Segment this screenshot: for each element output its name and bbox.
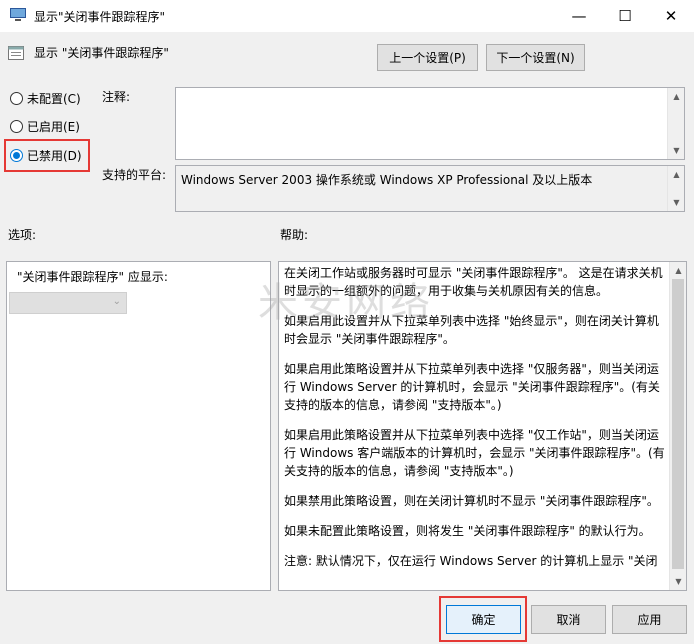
platform-value: Windows Server 2003 操作系统或 Windows XP Pro… <box>181 173 593 187</box>
radio-label: 已启用(E) <box>27 119 80 134</box>
display-dropdown[interactable]: ⌄ <box>9 292 127 314</box>
help-paragraph: 注意: 默认情况下，仅在运行 Windows Server 的计算机上显示 "关… <box>284 554 658 568</box>
apply-button[interactable]: 应用 <box>612 605 687 634</box>
scroll-up-icon[interactable]: ▲ <box>668 88 685 105</box>
chevron-down-icon: ⌄ <box>112 296 121 307</box>
help-paragraph: 如果启用此策略设置并从下拉菜单列表中选择 "仅工作站"，则当关闭运行 Windo… <box>284 428 665 478</box>
scroll-thumb[interactable] <box>672 279 684 569</box>
help-paragraph: 如果禁用此策略设置，则在关闭计算机时不显示 "关闭事件跟踪程序"。 <box>284 494 659 508</box>
scroll-down-icon[interactable]: ▼ <box>670 573 686 590</box>
scroll-down-icon[interactable]: ▼ <box>668 194 685 211</box>
radio-button[interactable] <box>10 91 23 105</box>
radio-button[interactable] <box>10 119 23 133</box>
help-scrollbar[interactable]: ▲ ▼ <box>669 262 686 590</box>
comment-scrollbar[interactable]: ▲ ▼ <box>667 88 684 159</box>
help-paragraph: 如果未配置此策略设置，则将发生 "关闭事件跟踪程序" 的默认行为。 <box>284 524 651 538</box>
radio-enabled[interactable]: 已启用(E) <box>10 116 80 136</box>
watermark: 米安网络 <box>258 280 434 326</box>
scroll-up-icon[interactable]: ▲ <box>668 166 685 183</box>
radio-not-configured[interactable]: 未配置(C) <box>10 88 81 108</box>
cancel-button[interactable]: 取消 <box>531 605 606 634</box>
close-button[interactable]: ✕ <box>648 0 694 32</box>
window-title: 显示"关闭事件跟踪程序" <box>34 10 166 24</box>
ok-button[interactable]: 确定 <box>446 605 521 634</box>
platform-label: 支持的平台: <box>102 168 167 182</box>
options-panel: "关闭事件跟踪程序" 应显示: ⌄ <box>6 261 271 591</box>
title-bar: 显示"关闭事件跟踪程序" — ☐ ✕ <box>0 0 694 32</box>
comment-label: 注释: <box>102 90 131 104</box>
policy-setting-icon <box>8 46 24 60</box>
maximize-button[interactable]: ☐ <box>602 0 648 32</box>
radio-button-selected[interactable] <box>10 148 23 162</box>
options-label: 选项: <box>8 228 37 242</box>
previous-setting-button[interactable]: 上一个设置(P) <box>377 44 478 71</box>
options-field-label: "关闭事件跟踪程序" 应显示: <box>17 270 168 284</box>
comment-textarea[interactable]: ▲ ▼ <box>175 87 685 160</box>
radio-label: 已禁用(D) <box>27 148 82 163</box>
platform-scrollbar[interactable]: ▲ ▼ <box>667 166 684 211</box>
platform-box: Windows Server 2003 操作系统或 Windows XP Pro… <box>175 165 685 212</box>
minimize-button[interactable]: — <box>556 0 602 32</box>
help-label: 帮助: <box>280 228 309 242</box>
radio-label: 未配置(C) <box>27 91 81 106</box>
scroll-up-icon[interactable]: ▲ <box>670 262 686 279</box>
scroll-down-icon[interactable]: ▼ <box>668 142 685 159</box>
setting-title: 显示 "关闭事件跟踪程序" <box>34 46 169 60</box>
next-setting-button[interactable]: 下一个设置(N) <box>486 44 585 71</box>
radio-disabled[interactable]: 已禁用(D) <box>10 145 82 165</box>
app-icon <box>10 8 26 21</box>
help-paragraph: 如果启用此策略设置并从下拉菜单列表中选择 "仅服务器"，则当关闭运行 Windo… <box>284 362 660 412</box>
